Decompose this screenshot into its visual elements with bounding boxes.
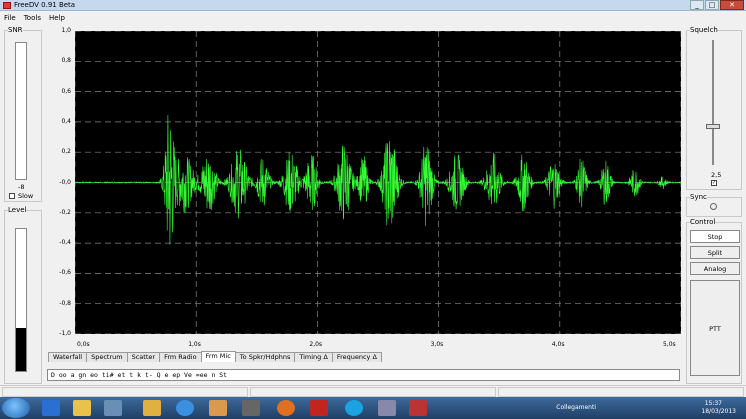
level-meter [15,228,27,372]
sync-title: Sync [690,193,707,201]
tab-frequency[interactable]: Frequency Δ [331,352,382,362]
tray-label[interactable]: Collegamenti [556,404,596,411]
y-tick-label: -1,0 [59,330,71,337]
app-icon [3,2,11,9]
start-button[interactable] [2,398,30,418]
audio-app-icon[interactable] [104,400,122,416]
squelch-title: Squelch [690,26,718,34]
waveform-line [75,115,681,245]
snr-value: -8 [18,183,25,191]
y-tick-label: 0,6 [61,87,71,95]
x-tick-label: 2,0s [309,341,323,348]
y-tick-label: 0,4 [61,117,71,125]
squelch-slider-thumb[interactable] [706,123,720,129]
skype-icon[interactable] [345,400,363,416]
sync-indicator [710,203,717,210]
tab-to-spkr-hdphns[interactable]: To Spkr/Hdphns [234,352,296,362]
x-tick-label: 4,0s [551,341,565,348]
analog-button[interactable]: Analog [690,262,740,275]
tab-timing[interactable]: Timing Δ [294,352,333,362]
squelch-panel [686,30,742,190]
control-title: Control [690,218,716,226]
view-tabs: Waterfall Spectrum Scatter Frm Radio Frm Mic… [48,351,382,362]
split-button[interactable]: Split [690,246,740,259]
clock-date: 18/03/2013 [701,408,736,415]
level-fill [16,328,26,371]
x-tick-label: 0,0s [77,341,90,348]
explorer-icon[interactable] [73,400,91,416]
tab-spectrum[interactable]: Spectrum [86,352,128,362]
maximize-button[interactable]: □ [705,0,719,10]
squelch-slider-track[interactable] [712,40,714,165]
close-button[interactable]: ✕ [720,0,744,10]
y-tick-label: -0,4 [59,239,71,247]
waveform-plot [75,31,681,334]
menu-file[interactable]: File [4,14,16,22]
slow-checkbox[interactable] [9,193,15,199]
status-bar [0,385,746,397]
x-tick-label: 5,0s [663,341,676,348]
tab-waterfall[interactable]: Waterfall [48,352,88,362]
tab-frm-radio[interactable]: Frm Radio [159,352,202,362]
y-tick-label: -0,8 [59,299,71,307]
filezilla-icon[interactable] [310,400,328,416]
x-tick-label: 1,0s [188,341,201,348]
tab-frm-mic[interactable]: Frm Mic [200,351,236,362]
mail-icon[interactable] [209,400,227,416]
squelch-checkbox[interactable]: ✓ [711,180,717,186]
y-tick-label: 0,2 [61,148,71,156]
menu-help[interactable]: Help [49,14,65,22]
level-title: Level [8,206,27,214]
taskbar: Collegamenti 15:37 18/03/2013 [0,397,746,419]
media-player-icon[interactable] [42,400,60,416]
snr-meter [15,42,27,180]
screen-app-icon[interactable] [378,400,396,416]
menu-tools[interactable]: Tools [24,14,41,22]
slow-label: Slow [18,192,34,200]
window-title: FreeDV 0.91 Beta [14,1,76,9]
title-bar: FreeDV 0.91 Beta _ □ ✕ [0,0,746,11]
firefox-icon[interactable] [277,400,295,416]
folder-icon[interactable] [143,400,161,416]
stop-button[interactable]: Stop [690,230,740,243]
y-tick-label: -0,6 [59,269,71,277]
minimize-button[interactable]: _ [690,0,704,10]
tool-icon[interactable] [242,400,260,416]
clock-time: 15:37 [704,400,722,407]
decoded-text-line: D oo a gn eo ti# et t k t- Q e ep Ve =ee… [47,369,680,381]
internet-explorer-icon[interactable] [176,400,194,416]
menu-bar: File Tools Help [0,12,746,23]
y-tick-label: 0,8 [61,57,71,65]
freedv-taskbar-icon[interactable] [409,400,427,416]
y-tick-label: -0,0 [59,178,71,186]
y-tick-label: -0,2 [59,208,71,216]
ptt-button[interactable]: PTT [690,280,740,376]
squelch-value: 2,5 [711,171,722,179]
y-tick-label: 1,0 [61,27,71,34]
snr-title: SNR [8,26,23,34]
x-tick-label: 3,0s [430,341,444,348]
tab-scatter[interactable]: Scatter [126,352,161,362]
